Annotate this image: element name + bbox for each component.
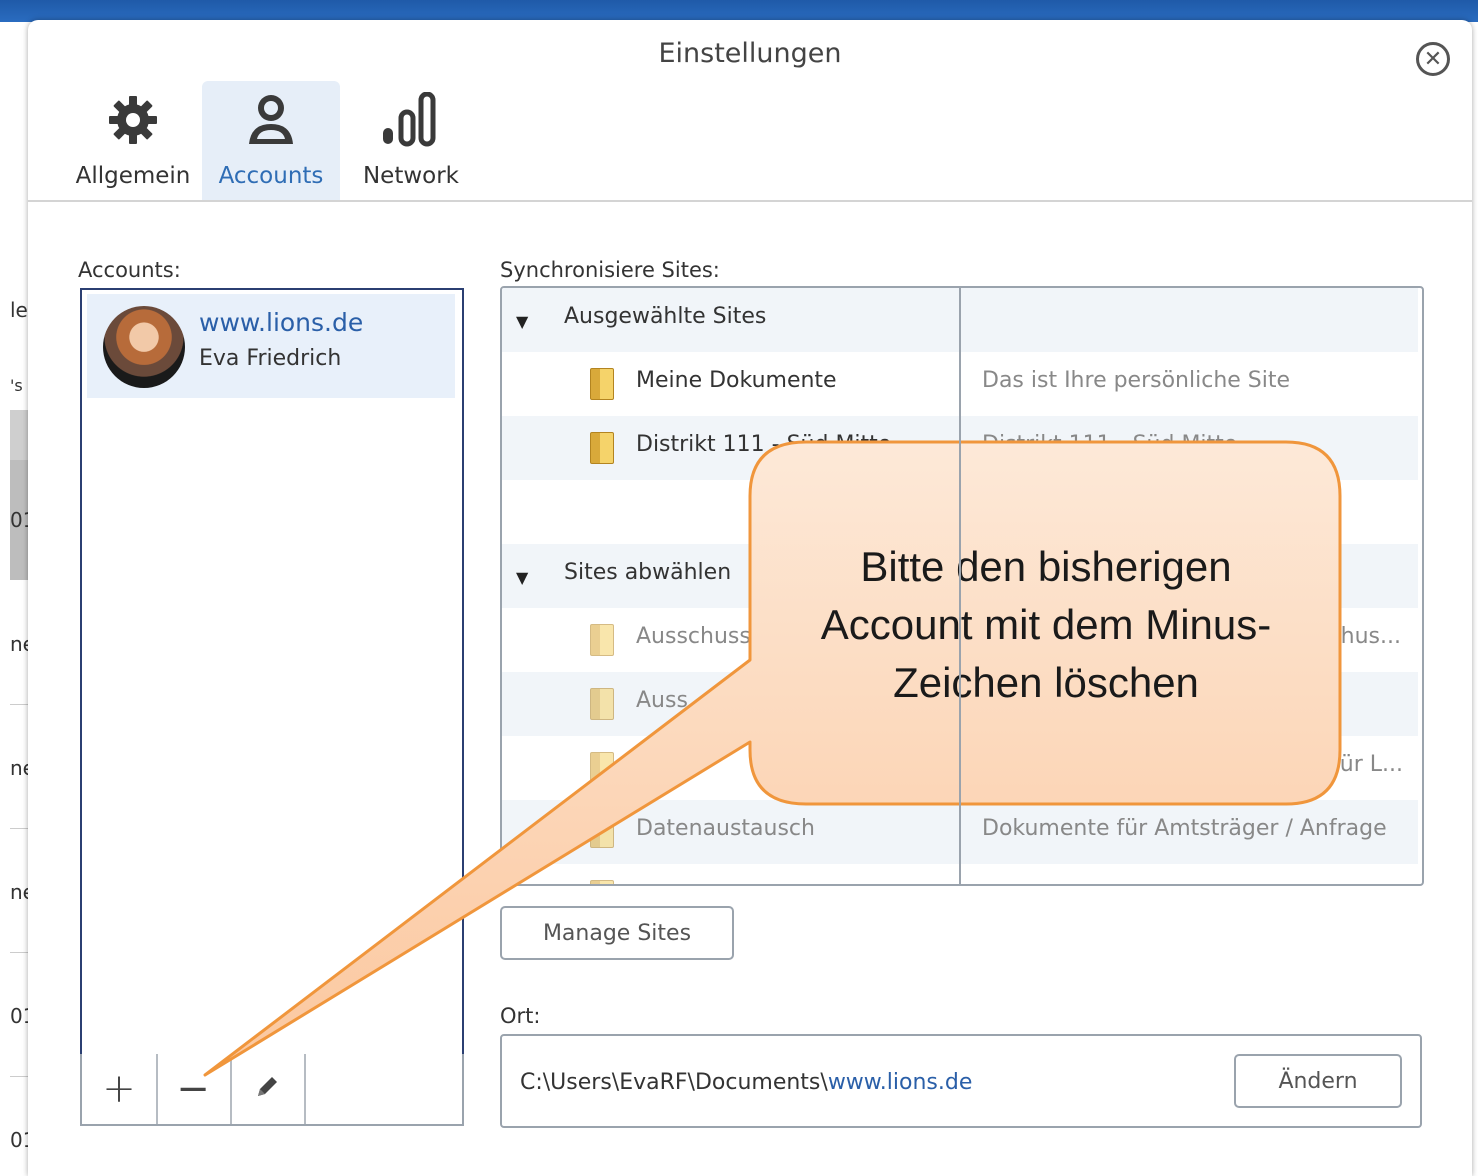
group-label: Sites abwählen: [564, 560, 732, 585]
background-gray-block: [10, 410, 30, 460]
column-divider: [959, 288, 961, 884]
change-location-button[interactable]: Ändern: [1234, 1054, 1402, 1108]
group-label: Ausgewählte Sites: [564, 304, 767, 329]
site-description: für L...: [1332, 752, 1403, 777]
folder-icon: [590, 752, 614, 784]
site-description: thus...: [1332, 624, 1401, 649]
site-name: Meine Dokumente: [636, 368, 837, 393]
user-icon: [202, 89, 340, 151]
location-path: C:\Users\EvaRF\Documents\www.lions.de: [520, 1070, 973, 1095]
account-buttons-bar: + −: [80, 1054, 464, 1126]
background-divider: [10, 704, 30, 705]
folder-icon: [590, 624, 614, 656]
site-description: Das ist Ihre persönliche Site: [982, 368, 1291, 393]
account-item[interactable]: www.lions.de Eva Friedrich: [87, 294, 455, 398]
account-user: Eva Friedrich: [199, 346, 342, 371]
site-description: Dokumente für Amtsträger / Anfrage: [982, 816, 1387, 841]
close-icon[interactable]: ✕: [1416, 42, 1450, 76]
tab-label: Accounts: [218, 163, 324, 189]
remove-account-button[interactable]: −: [156, 1054, 232, 1124]
tab-label: Network: [362, 163, 460, 189]
collapse-triangle-icon[interactable]: ▼: [516, 568, 528, 587]
edit-account-button[interactable]: [230, 1054, 306, 1124]
collapse-triangle-icon[interactable]: ▼: [516, 312, 528, 331]
site-name: Datenaustausch: [636, 816, 815, 841]
background-divider: [10, 828, 30, 829]
background-divider: [10, 1076, 30, 1077]
sites-heading: Synchronisiere Sites:: [500, 258, 720, 282]
background-fragment: le: [10, 298, 28, 322]
signal-bars-icon: [342, 89, 480, 151]
site-name: Auss: [636, 688, 688, 713]
folder-icon: [590, 688, 614, 720]
settings-toolbar: Allgemein Accounts Network: [28, 80, 1472, 202]
background-divider: [10, 952, 30, 953]
tab-accounts[interactable]: Accounts: [202, 81, 340, 200]
background-window-titlebar: [0, 0, 1478, 22]
tab-network[interactable]: Network: [342, 81, 480, 200]
avatar: [103, 306, 185, 388]
accounts-heading: Accounts:: [78, 258, 181, 282]
folder-icon: [590, 880, 614, 884]
gear-icon: [64, 89, 202, 151]
pencil-icon: [254, 1074, 280, 1104]
site-name: Distrikt 111 - Süd Mitte: [636, 432, 892, 457]
site-name: Ausschuss: [636, 624, 751, 649]
dialog-title: Einstellungen: [658, 38, 842, 69]
callout-text: Bitte den bisherigen Account mit dem Min…: [820, 543, 1272, 706]
account-site: www.lions.de: [199, 308, 364, 337]
folder-icon: [590, 816, 614, 848]
tab-allgemein[interactable]: Allgemein: [64, 81, 202, 200]
folder-icon: [590, 432, 614, 464]
location-box: C:\Users\EvaRF\Documents\www.lions.de Än…: [500, 1034, 1422, 1128]
location-heading: Ort:: [500, 1004, 541, 1028]
tab-label: Allgemein: [75, 163, 191, 189]
accounts-list[interactable]: www.lions.de Eva Friedrich: [80, 288, 464, 1056]
folder-icon: [590, 368, 614, 400]
manage-sites-button[interactable]: Manage Sites: [500, 906, 734, 960]
background-window-left-sliver: le 's 01 ne ne ne 01 01: [0, 22, 35, 1176]
background-fragment: 's: [10, 376, 23, 395]
site-name: uss: [636, 752, 673, 777]
add-account-button[interactable]: +: [82, 1054, 158, 1124]
site-description: Distrikt 111 - Süd Mitte: [982, 432, 1238, 457]
